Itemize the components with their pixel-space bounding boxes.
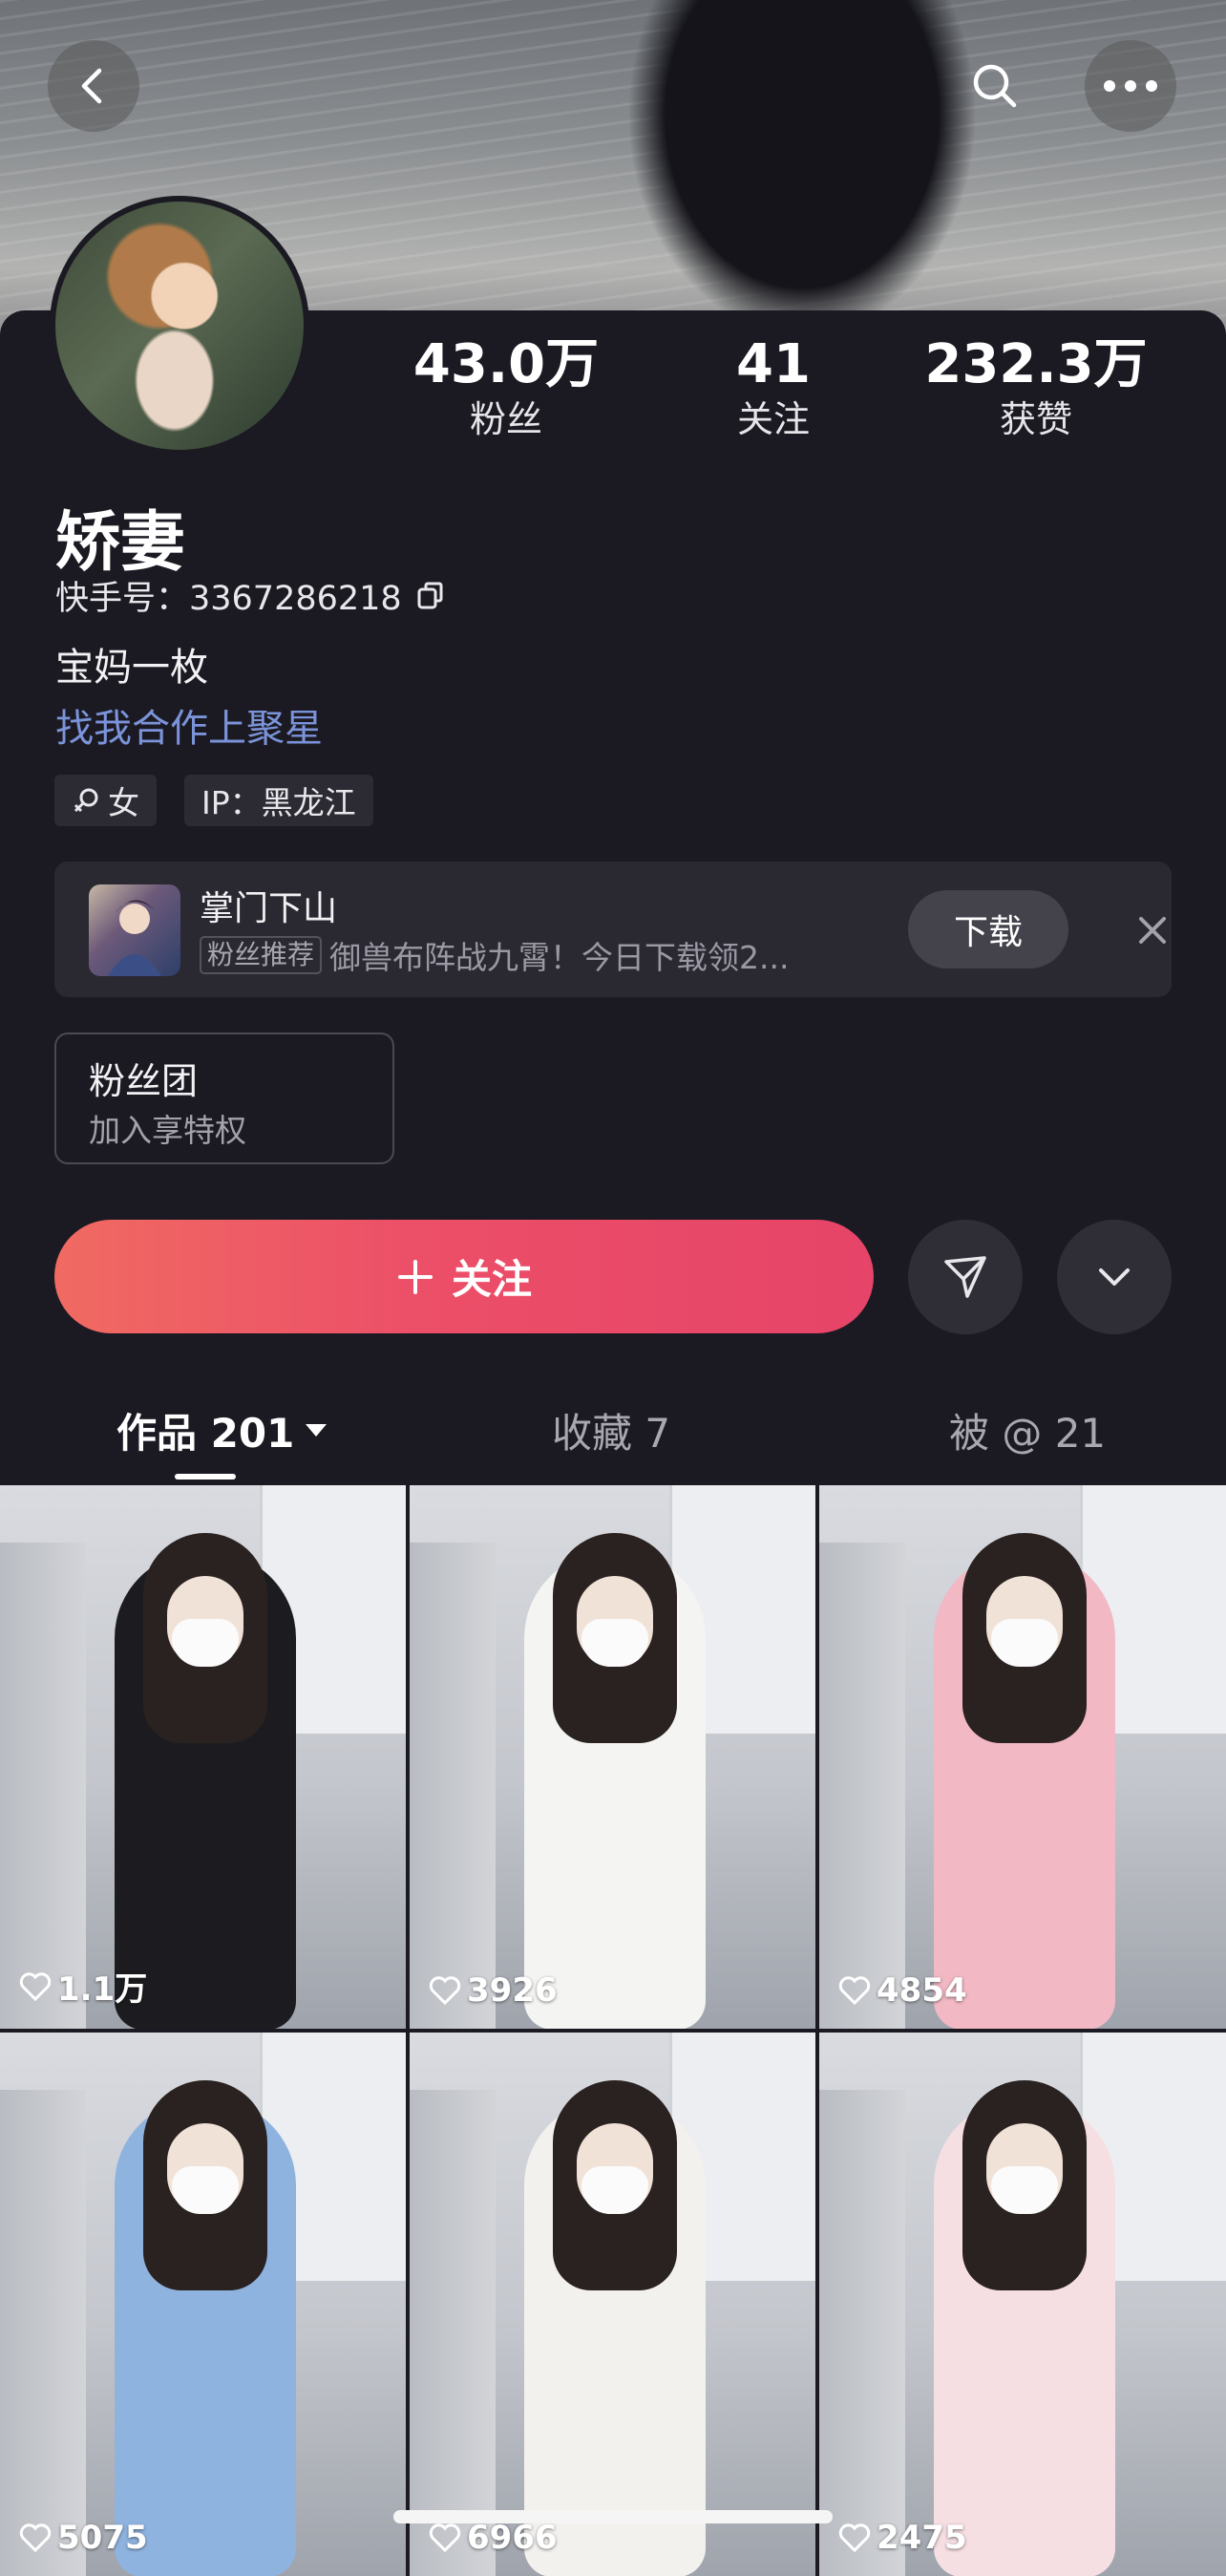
like-count-text: 4854: [877, 1971, 967, 2010]
ad-title: 掌门下山: [200, 889, 338, 928]
fan-club-card[interactable]: 粉丝团 加入享特权: [54, 1033, 394, 1164]
stat-label: 获赞: [999, 398, 1072, 440]
like-count-text: 1.1万: [57, 1970, 148, 2009]
ad-card[interactable]: 掌门下山 粉丝推荐 御兽布阵战九霄！今日下载领2... 下载: [54, 862, 1172, 997]
chevron-left-icon: [81, 68, 102, 104]
fridge: [819, 1543, 905, 2029]
heart-icon: [838, 1976, 871, 2006]
cooperation-link[interactable]: 找我合作上聚星: [55, 697, 323, 753]
active-tab-indicator: [175, 1474, 236, 1480]
stat-label: 粉丝: [469, 398, 542, 440]
video-thumbnail[interactable]: 2475: [819, 2033, 1226, 2576]
like-count-text: 2475: [877, 2519, 967, 2557]
caret-down-icon: [306, 1423, 328, 1437]
heart-icon: [429, 1976, 461, 2006]
game-app-icon: [89, 884, 180, 976]
ad-badge: 粉丝推荐: [200, 936, 323, 974]
heart-icon: [19, 2523, 52, 2553]
tab-works-label: 作品 201: [116, 1410, 295, 1457]
video-thumbnail[interactable]: 1.1万: [0, 1485, 406, 2029]
download-button[interactable]: 下载: [908, 890, 1068, 969]
search-icon: [973, 64, 1017, 108]
female-icon: [74, 788, 98, 813]
like-count: 1.1万: [19, 1963, 147, 2010]
stat-likes[interactable]: 232.3万 获赞: [912, 334, 1160, 443]
like-count: 2475: [838, 2519, 967, 2557]
avatar[interactable]: [50, 196, 309, 456]
fridge: [410, 1543, 496, 2029]
fridge: [819, 2090, 905, 2576]
send-message-button[interactable]: [908, 1220, 1023, 1334]
plus-icon: [397, 1259, 433, 1294]
video-thumbnail[interactable]: 5075: [0, 2033, 406, 2576]
heart-icon: [838, 2523, 871, 2553]
ip-location-text: IP：黑龙江: [201, 784, 356, 821]
kuaishou-id[interactable]: 快手号：3367286218: [55, 571, 446, 620]
face-mask: [991, 2166, 1058, 2214]
like-count-text: 3926: [467, 1971, 558, 2010]
fridge: [0, 2090, 86, 2576]
video-thumbnail[interactable]: 4854: [819, 1485, 1226, 2029]
home-indicator[interactable]: [393, 2510, 833, 2523]
like-count: 4854: [838, 1971, 967, 2010]
back-button[interactable]: [48, 40, 139, 132]
stat-following[interactable]: 41 关注: [678, 334, 869, 443]
kuaishou-id-text: 快手号：3367286218: [55, 580, 402, 618]
ip-location-tag: IP：黑龙江: [184, 775, 373, 826]
stat-value: 43.0万: [412, 333, 600, 395]
face-mask: [172, 2166, 239, 2214]
search-button[interactable]: [949, 40, 1041, 132]
stat-value: 232.3万: [924, 333, 1148, 395]
stat-value: 41: [736, 333, 811, 395]
like-count: 6966: [429, 2519, 558, 2557]
video-thumbnail[interactable]: 3926: [410, 1485, 815, 2029]
tab-works[interactable]: 作品 201: [116, 1401, 328, 1459]
stat-label: 关注: [736, 398, 810, 440]
ad-desc-text: 御兽布阵战九霄！今日下载领2...: [329, 939, 790, 976]
send-icon: [944, 1256, 986, 1298]
fridge: [0, 1543, 86, 2029]
profile-bio: 宝妈一枚: [55, 646, 208, 690]
gender-tag: 女: [54, 775, 157, 826]
like-count: 3926: [429, 1971, 558, 2010]
fan-club-subtitle: 加入享特权: [89, 1112, 246, 1149]
face-mask: [581, 1619, 648, 1667]
close-icon[interactable]: [1133, 911, 1172, 949]
like-count-text: 5075: [57, 2519, 148, 2557]
stat-followers[interactable]: 43.0万 粉丝: [401, 334, 611, 443]
tab-favorites[interactable]: 收藏 7: [552, 1401, 670, 1459]
copy-icon[interactable]: [415, 581, 446, 611]
chevron-down-icon: [1099, 1268, 1130, 1286]
tab-mentions[interactable]: 被 @ 21: [949, 1401, 1106, 1459]
face-mask: [991, 1619, 1058, 1667]
more-horizontal-icon: [1104, 80, 1157, 92]
face-mask: [581, 2166, 648, 2214]
heart-icon: [429, 2523, 461, 2553]
ad-description: 粉丝推荐 御兽布阵战九霄！今日下载领2...: [200, 932, 789, 978]
follow-label: 关注: [451, 1256, 532, 1303]
more-button[interactable]: [1085, 40, 1176, 132]
fan-club-title: 粉丝团: [89, 1060, 199, 1102]
profile-name: 矫妻: [55, 505, 186, 581]
follow-button[interactable]: 关注: [54, 1220, 874, 1333]
gender-text: 女: [108, 784, 139, 821]
like-count: 5075: [19, 2519, 148, 2557]
heart-icon: [19, 1971, 52, 2001]
fridge: [410, 2090, 496, 2576]
face-mask: [172, 1619, 239, 1667]
like-count-text: 6966: [467, 2519, 558, 2557]
game-art-icon: [108, 900, 161, 976]
video-thumbnail[interactable]: 6966: [410, 2033, 815, 2576]
expand-button[interactable]: [1057, 1220, 1172, 1334]
